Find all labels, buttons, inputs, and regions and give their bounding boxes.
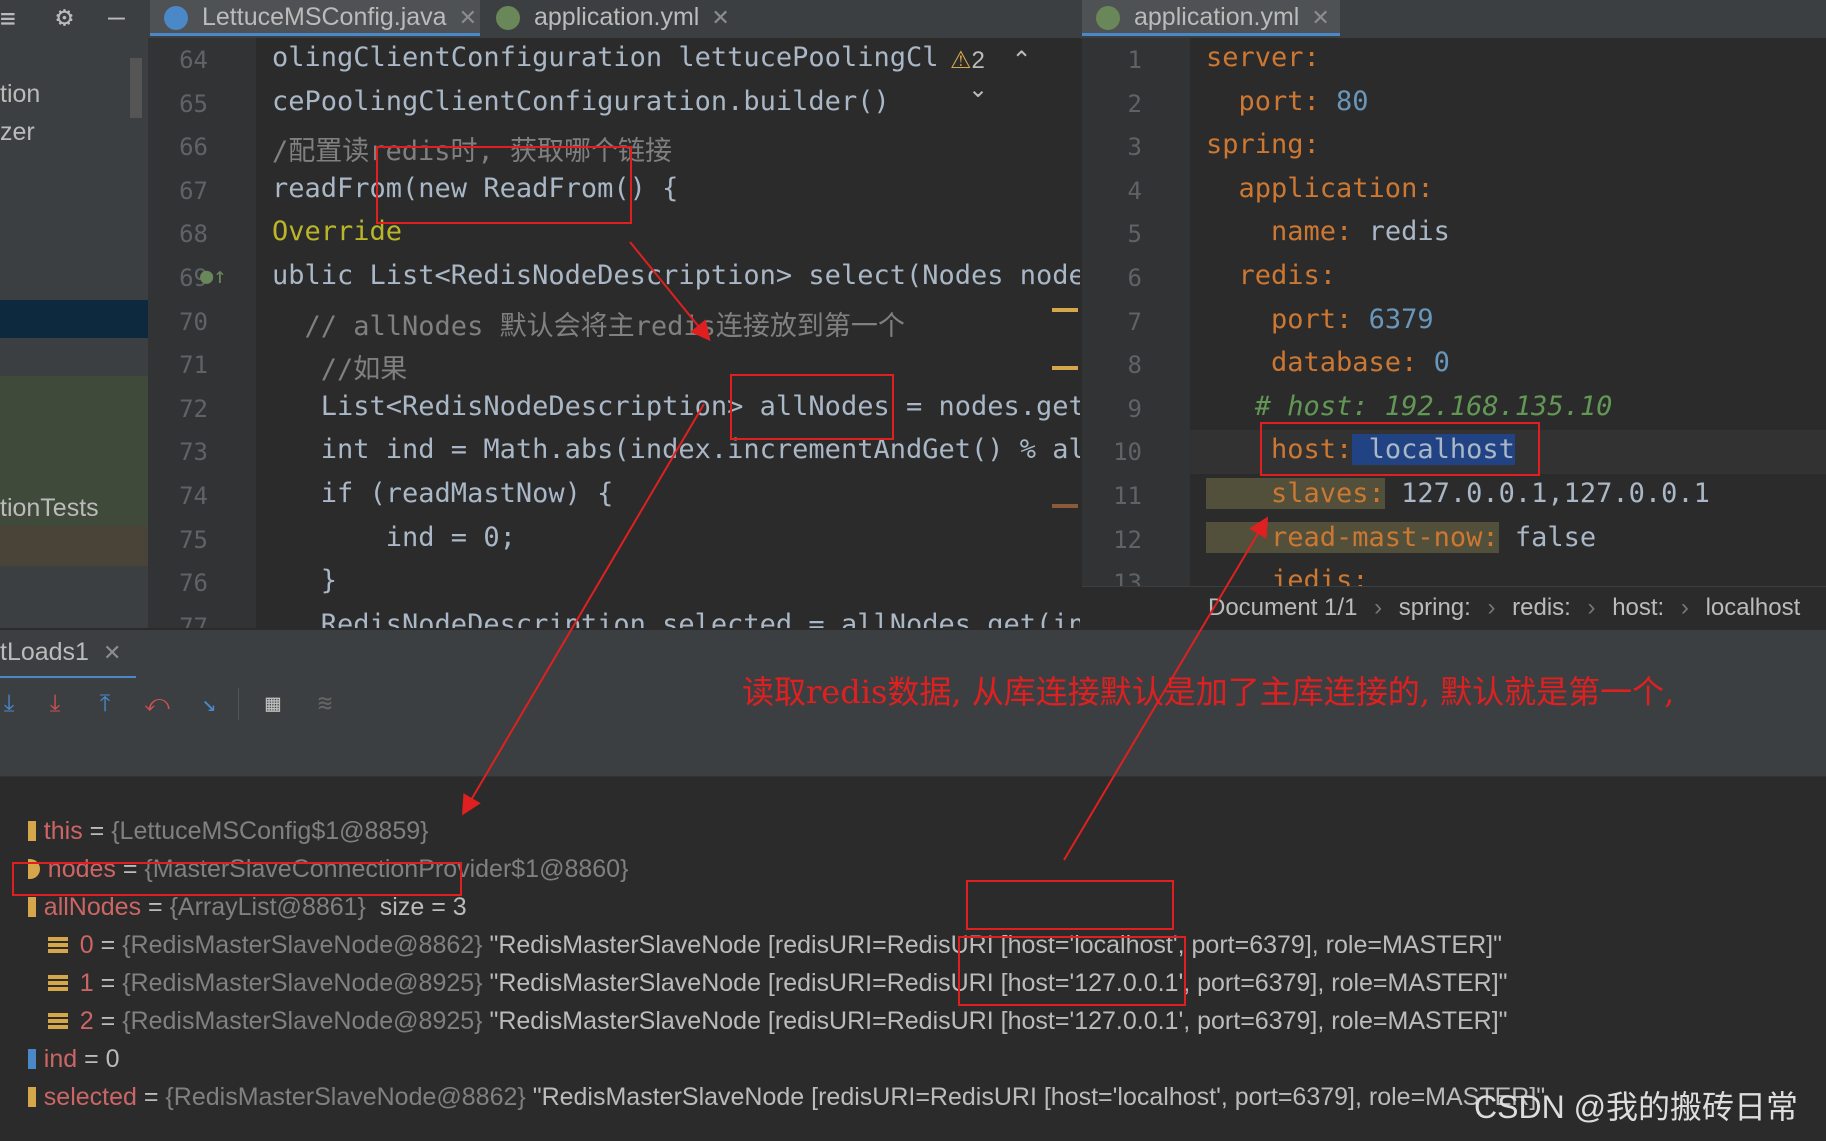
annotation-text: 读取redis数据, 从库连接默认是加了主库连接的, 默认就是第一个, bbox=[742, 673, 1675, 711]
watermark: CSDN @我的搬砖日常 bbox=[1474, 1089, 1799, 1125]
arrow-line bbox=[461, 403, 705, 816]
arrow-line bbox=[629, 241, 711, 342]
annotation-arrows bbox=[461, 241, 1269, 861]
